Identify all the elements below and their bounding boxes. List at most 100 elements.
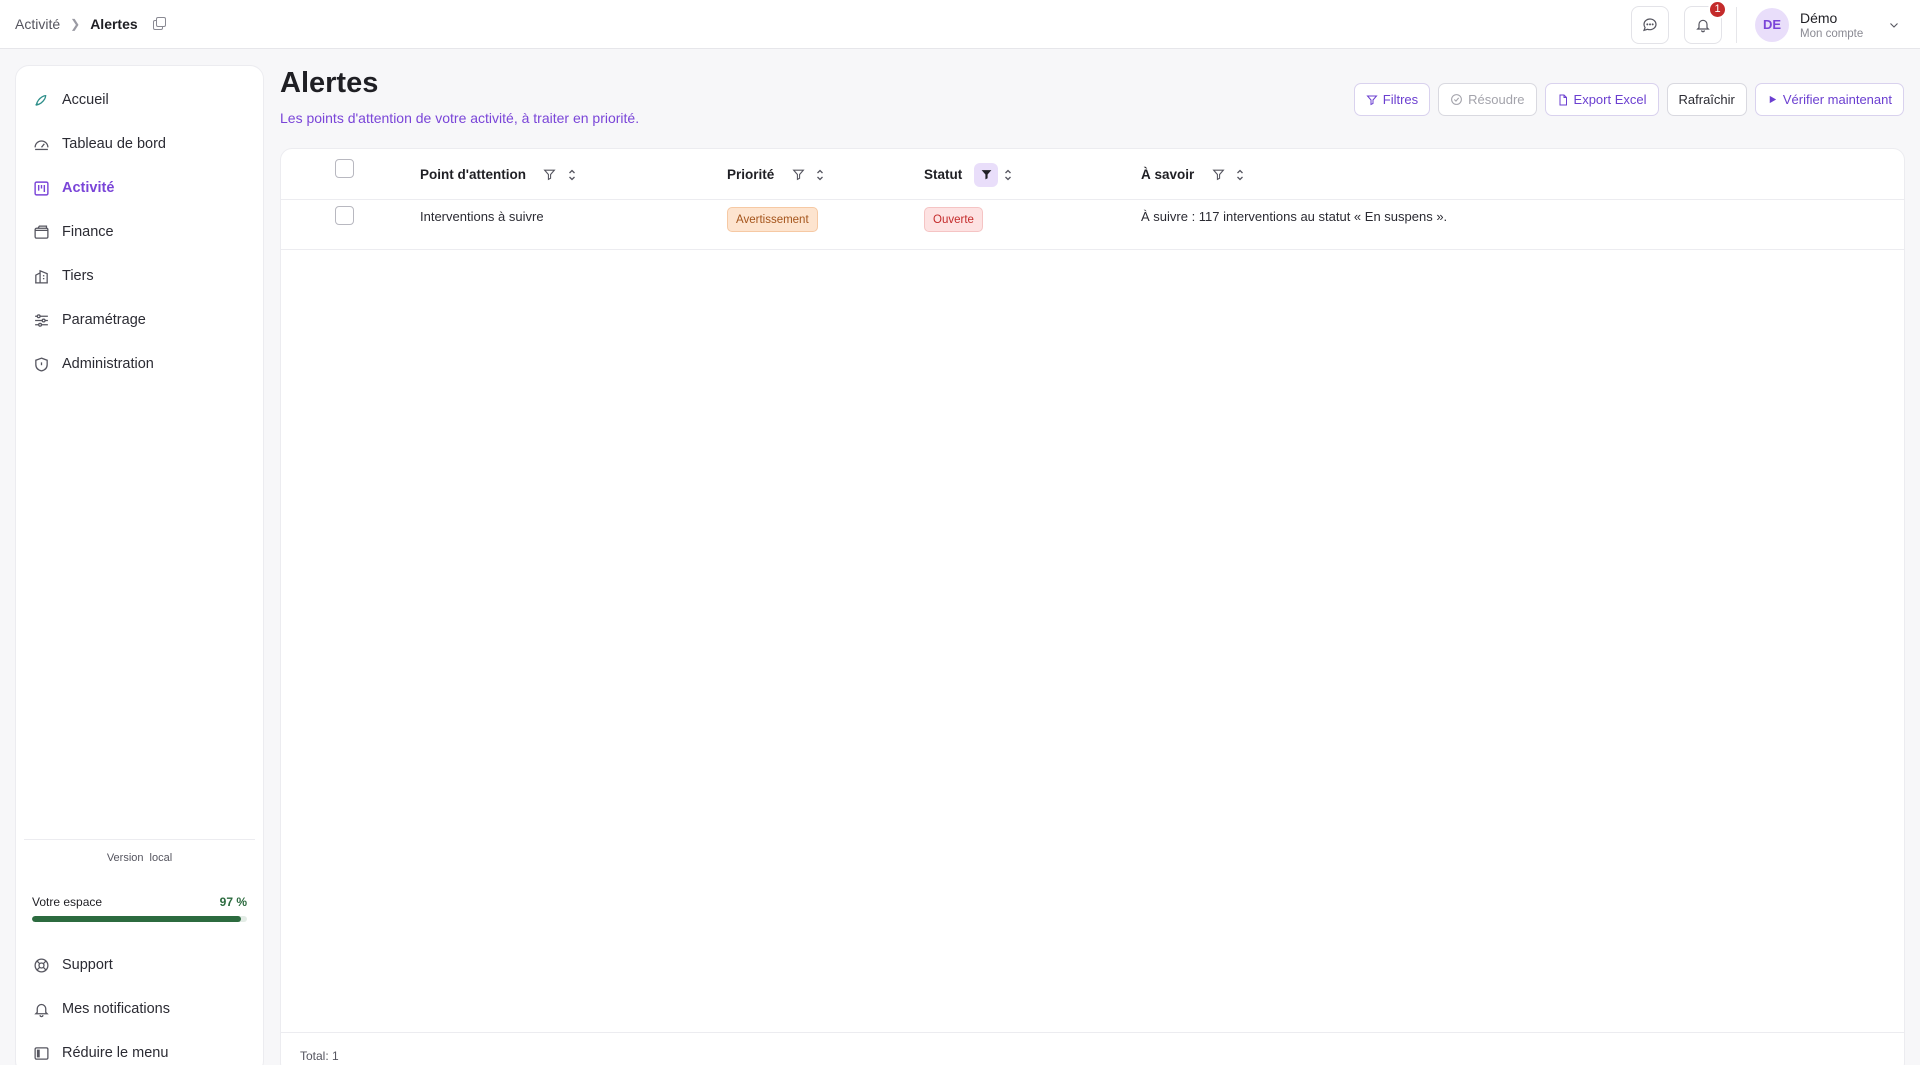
sidebar-item-label: Support — [62, 957, 113, 973]
sidebar-item-label: Finance — [62, 224, 114, 240]
messages-button[interactable] — [1631, 5, 1669, 44]
lifebuoy-icon — [32, 956, 50, 974]
file-icon — [1557, 94, 1569, 106]
column-label: Point d'attention — [420, 167, 526, 182]
sidebar-item-label: Tiers — [62, 268, 94, 284]
sidebar-divider — [24, 839, 255, 840]
notification-count-badge: 1 — [1708, 0, 1727, 19]
verify-now-button[interactable]: Vérifier maintenant — [1754, 83, 1904, 116]
sidebar-item-accueil[interactable]: Accueil — [16, 78, 263, 122]
filters-label: Filtres — [1382, 92, 1419, 107]
avatar: DE — [1755, 7, 1789, 42]
filter-icon — [1366, 94, 1378, 106]
sidebar-item-finance[interactable]: Finance — [16, 210, 263, 254]
filter-icon[interactable] — [1206, 163, 1230, 187]
bell-icon — [32, 1000, 50, 1018]
sort-icon[interactable] — [568, 168, 576, 182]
page-actions: Filtres Résoudre Export Excel Rafraîchir… — [1346, 83, 1904, 116]
cell-point: Interventions à suivre — [420, 209, 544, 224]
row-checkbox[interactable] — [335, 206, 354, 225]
verify-label: Vérifier maintenant — [1782, 92, 1892, 107]
sliders-icon — [32, 311, 50, 329]
sidebar-item-label: Réduire le menu — [62, 1045, 169, 1061]
version-label: Version — [106, 852, 144, 864]
select-all-checkbox[interactable] — [335, 159, 354, 178]
account-name: Démo — [1800, 9, 1838, 26]
sidebar-bottom-nav: Support Mes notifications Réduire le men… — [16, 943, 263, 1065]
sidebar-item-activite[interactable]: Activité — [16, 166, 263, 210]
resolve-label: Résoudre — [1468, 92, 1525, 107]
sidebar-item-parametrage[interactable]: Paramétrage — [16, 298, 263, 342]
bell-icon — [1696, 19, 1710, 32]
account-subtitle: Mon compte — [1800, 27, 1864, 40]
account-menu[interactable]: DE Démo Mon compte — [1755, 7, 1900, 42]
status-badge: Ouverte — [924, 207, 983, 232]
page-title: Alertes — [280, 67, 379, 99]
alerts-table: Point d'attention Priorité Statut À savo… — [280, 148, 1905, 1065]
table-row[interactable]: Interventions à suivre Avertissement Ouv… — [281, 200, 1904, 250]
column-header-point: Point d'attention — [420, 149, 576, 200]
refresh-button[interactable]: Rafraîchir — [1666, 83, 1747, 116]
breadcrumb-current: Alertes — [90, 16, 138, 32]
sidebar-item-label: Accueil — [62, 92, 109, 108]
sidebar-item-label: Activité — [62, 180, 115, 196]
filter-icon[interactable] — [786, 163, 810, 187]
page-subtitle: Les points d'attention de votre activité… — [280, 110, 640, 126]
sidebar: Accueil Tableau de bord Activité Finance… — [15, 65, 264, 1065]
chevron-right-icon: ❯ — [70, 17, 81, 31]
column-label: À savoir — [1141, 167, 1195, 182]
sidebar-item-label: Administration — [62, 356, 154, 372]
table-header: Point d'attention Priorité Statut À savo… — [281, 149, 1904, 200]
sidebar-item-notifications[interactable]: Mes notifications — [16, 987, 263, 1031]
breadcrumb-parent[interactable]: Activité — [15, 16, 60, 32]
sidebar-item-label: Mes notifications — [62, 1001, 170, 1017]
sidebar-collapse-icon — [32, 1044, 50, 1062]
gauge-icon — [32, 135, 50, 153]
sidebar-item-label: Tableau de bord — [62, 136, 166, 152]
version-value: local — [149, 852, 173, 864]
sidebar-nav: Accueil Tableau de bord Activité Finance… — [16, 66, 263, 386]
sidebar-item-collapse[interactable]: Réduire le menu — [16, 1031, 263, 1065]
storage-usage: Votre espace 97 % — [32, 895, 247, 922]
sidebar-item-tiers[interactable]: Tiers — [16, 254, 263, 298]
column-header-priorite: Priorité — [727, 149, 824, 200]
table-footer-divider — [281, 1032, 1904, 1033]
check-circle-icon — [1450, 93, 1463, 106]
export-excel-button[interactable]: Export Excel — [1544, 83, 1659, 116]
sort-icon[interactable] — [816, 168, 824, 182]
filter-icon[interactable] — [538, 163, 562, 187]
export-label: Export Excel — [1573, 92, 1647, 107]
column-header-a-savoir: À savoir — [1141, 149, 1244, 200]
copy-icon[interactable] — [152, 17, 167, 31]
chevron-down-icon — [1890, 22, 1898, 28]
rocket-icon — [32, 91, 50, 109]
table-total: Total: 1 — [300, 1049, 339, 1063]
storage-label: Votre espace — [32, 895, 103, 909]
column-header-statut: Statut — [924, 149, 1012, 200]
storage-progress-fill — [32, 916, 241, 922]
resolve-button[interactable]: Résoudre — [1438, 83, 1537, 116]
building-icon — [32, 267, 50, 285]
cell-info: À suivre : 117 interventions au statut «… — [1141, 209, 1448, 224]
divider — [1736, 6, 1737, 43]
filters-button[interactable]: Filtres — [1353, 83, 1431, 116]
top-bar: Activité ❯ Alertes 1 DE Démo Mon compte — [0, 0, 1920, 49]
sidebar-item-tableau-de-bord[interactable]: Tableau de bord — [16, 122, 263, 166]
shield-icon — [32, 355, 50, 373]
notifications-button[interactable]: 1 — [1684, 0, 1727, 44]
sort-icon[interactable] — [1236, 168, 1244, 182]
sidebar-item-administration[interactable]: Administration — [16, 342, 263, 386]
chat-icon — [1643, 17, 1657, 31]
refresh-label: Rafraîchir — [1678, 92, 1735, 107]
sidebar-item-support[interactable]: Support — [16, 943, 263, 987]
sort-icon[interactable] — [1004, 168, 1012, 182]
storage-percent: 97 % — [219, 895, 247, 909]
top-actions: 1 DE Démo Mon compte — [1631, 0, 1920, 49]
filter-active-icon[interactable] — [974, 162, 999, 187]
breadcrumb: Activité ❯ Alertes — [15, 16, 167, 32]
version-info: Version local — [16, 852, 263, 864]
wallet-icon — [32, 223, 50, 241]
play-icon — [1767, 94, 1778, 105]
storage-progress-bar — [32, 916, 247, 922]
priority-badge: Avertissement — [727, 207, 818, 232]
